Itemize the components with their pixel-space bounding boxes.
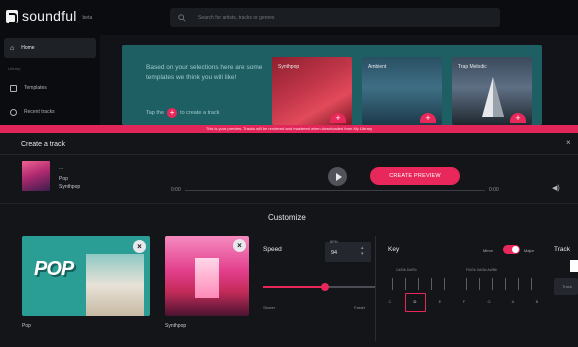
track-artwork — [22, 161, 50, 191]
key-tick — [444, 278, 445, 290]
key-button-g[interactable]: G — [482, 299, 496, 304]
speed-slider-fill — [263, 286, 325, 288]
style-card-label: Synthpop — [165, 323, 187, 329]
key-tick — [505, 278, 506, 290]
banner-text: Based on your selections here are some t… — [146, 64, 263, 81]
time-elapsed: 0:00 — [171, 187, 181, 193]
time-total: 0:00 — [489, 187, 499, 193]
track-name: ... — [59, 165, 64, 171]
remove-style-button[interactable]: × — [233, 239, 246, 252]
speed-label: Speed — [263, 246, 282, 253]
sidebar-section-label: Library — [8, 66, 21, 71]
preview-notice: This is your preview. Tracks will be ren… — [0, 125, 578, 133]
key-button-f[interactable]: F — [457, 299, 471, 304]
key-tick — [479, 278, 480, 290]
seek-bar[interactable] — [185, 190, 485, 191]
search-bar[interactable] — [170, 8, 500, 27]
banner-hint-prefix: Tap the — [146, 110, 165, 116]
divider — [0, 154, 578, 155]
stepper-arrows-icon[interactable]: ▴ ▾ — [361, 245, 364, 257]
plus-icon: + — [167, 108, 178, 118]
key-tick — [518, 278, 519, 290]
sidebar-item-recent[interactable]: Recent tracks — [4, 102, 96, 122]
genre-card-label: Pop — [22, 323, 31, 329]
create-preview-button[interactable]: CREATE PREVIEW — [370, 167, 460, 185]
banner-hint: Tap the + to create a track — [146, 108, 219, 118]
track-genre: Pop — [59, 176, 68, 182]
play-button[interactable] — [328, 167, 347, 186]
sidebar-item-label: Recent tracks — [24, 109, 55, 115]
bpm-value[interactable]: 94 — [331, 250, 337, 256]
key-tick — [431, 278, 432, 290]
key-button-e[interactable]: E — [433, 299, 447, 304]
key-tick — [418, 278, 419, 290]
logo[interactable]: soundful beta — [6, 8, 92, 24]
window-edge — [570, 260, 578, 272]
pop-art-text: POP — [34, 258, 74, 280]
divider — [0, 203, 578, 204]
remove-genre-button[interactable]: × — [133, 240, 146, 253]
minor-label: Minor — [483, 248, 494, 253]
track-label: Track — [554, 246, 571, 253]
key-button-d[interactable]: D — [408, 299, 422, 304]
sidebar: ⌂ Home Library Templates Recent tracks — [0, 35, 100, 125]
key-tick — [405, 278, 406, 290]
key-button-b[interactable]: B — [530, 299, 544, 304]
close-icon[interactable]: × — [566, 138, 571, 147]
faster-label: Faster — [354, 305, 366, 310]
app-name: soundful — [22, 8, 77, 24]
template-card-label: Trap Melodic — [458, 64, 487, 70]
template-card-label: Ambient — [368, 64, 387, 70]
major-label: Major — [524, 248, 535, 253]
template-card-trap-melodic[interactable]: Trap Melodic + — [452, 57, 532, 125]
key-label: Key — [388, 246, 400, 253]
divider — [375, 236, 376, 341]
panel-title: Create a track — [21, 141, 65, 148]
sharp-keys-left[interactable]: C#/Db D#/Eb — [396, 268, 417, 272]
search-input[interactable] — [198, 14, 478, 21]
clock-icon — [10, 108, 17, 116]
template-card-ambient[interactable]: Ambient + — [362, 57, 442, 125]
sidebar-item-templates[interactable]: Templates — [4, 78, 96, 98]
soundful-logo-icon — [6, 9, 18, 24]
track-style: Synthpop — [59, 184, 81, 190]
speed-slider-thumb[interactable] — [321, 283, 329, 291]
key-button-c[interactable]: C — [383, 299, 397, 304]
key-button-a[interactable]: A — [506, 299, 520, 304]
banner-hint-suffix: to create a track — [180, 110, 220, 116]
volume-icon[interactable]: ◀) — [552, 184, 560, 192]
grid-icon — [10, 84, 17, 92]
sharp-keys-right[interactable]: F#/Gb G#/Ab A#/Bb — [466, 268, 497, 272]
add-template-button[interactable]: + — [420, 113, 436, 123]
add-template-button[interactable]: + — [510, 113, 526, 123]
key-tick — [492, 278, 493, 290]
track-select[interactable]: Track — [554, 278, 578, 295]
genre-card-pop[interactable]: POP × — [22, 236, 150, 316]
sidebar-item-home[interactable]: ⌂ Home — [4, 38, 96, 58]
beta-badge: beta — [82, 15, 93, 21]
customize-title: Customize — [268, 213, 306, 222]
template-card-label: Synthpop — [278, 64, 300, 70]
sidebar-item-label: Home — [21, 45, 35, 51]
bpm-caption: BPM — [330, 240, 338, 244]
sidebar-item-label: Templates — [24, 85, 47, 91]
slower-label: Slower — [263, 305, 276, 310]
add-template-button[interactable]: + — [330, 113, 346, 123]
synthpop-art — [195, 258, 219, 298]
major-minor-toggle[interactable] — [503, 245, 520, 254]
pop-art-photo — [86, 254, 144, 316]
pyramid-art — [482, 77, 504, 117]
key-tick — [466, 278, 467, 290]
template-card-synthpop[interactable]: Synthpop + — [272, 57, 352, 125]
key-tick — [531, 278, 532, 290]
style-card-synthpop[interactable]: × — [165, 236, 249, 316]
search-icon — [178, 13, 186, 22]
home-icon: ⌂ — [10, 44, 15, 52]
key-tick — [392, 278, 393, 290]
